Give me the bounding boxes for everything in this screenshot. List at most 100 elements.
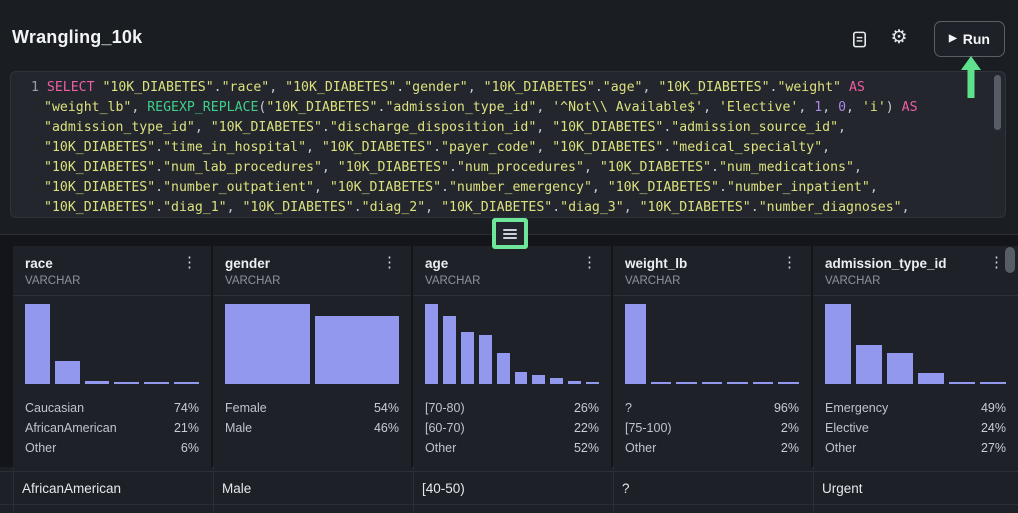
gear-icon: ⚙ [890,28,907,47]
histogram-bar [778,382,799,384]
histogram-bar [55,361,80,384]
stat-row: Emergency49% [825,398,1006,418]
table-cell[interactable]: [40-50) [413,472,613,504]
editor-scrollbar[interactable] [994,75,1001,130]
column-profile-cards: race VARCHAR ⋮ Caucasian 74% AfricanAmeric… [13,246,1018,467]
histogram-bar [144,382,169,384]
histogram-bar [753,382,774,384]
column-name: race [25,256,80,271]
stat-row: AfricanAmerican 21% [25,418,199,438]
card-divider [13,295,211,296]
histogram-bar [586,382,599,384]
page-title: Wrangling_10k [12,27,142,48]
stat-label: ? [625,401,632,415]
stat-value: 74% [174,401,199,415]
stat-value: 27% [981,441,1006,455]
results-scrollbar[interactable] [1005,247,1015,273]
histogram-bar [85,381,110,384]
histogram-bar [25,304,50,384]
histogram-bar [174,382,199,384]
hamburger-icon [503,229,517,231]
table-cell[interactable]: Male [213,472,413,504]
column-stats: Female54%Male46% [225,398,399,438]
data-table: AfricanAmericanMale[40-50)?Urgent [0,467,1018,513]
column-histogram [25,304,199,384]
histogram-bar [568,381,581,384]
stat-label: Female [225,401,267,415]
stat-row: [70-80) 26% [425,398,599,418]
stat-row: Other6% [25,438,199,458]
settings-button[interactable]: ⚙ [886,24,912,50]
sql-code-editor[interactable]: 1 SELECT "10K_DIABETES"."race", "10K_DIA… [10,71,1006,218]
column-name: gender [225,256,280,271]
section-menu-button[interactable] [492,218,528,249]
column-stats: Caucasian 74% AfricanAmerican 21% Other6% [25,398,199,458]
histogram-bar [980,382,1006,384]
book-icon [850,30,869,49]
stat-value: 2% [781,441,799,455]
column-histogram [425,304,599,384]
run-button-label: Run [963,31,990,47]
histogram-bar [497,353,510,384]
histogram-bar [949,382,975,384]
kebab-menu-icon[interactable]: ⋮ [987,256,1006,270]
column-histogram [825,304,1006,384]
stat-value: 21% [174,421,199,435]
stat-label: Other [825,441,856,455]
table-cell[interactable]: AfricanAmerican [13,472,213,504]
stat-label: AfricanAmerican [25,421,117,435]
stat-value: 2% [781,421,799,435]
table-cell[interactable]: ? [613,472,813,504]
stat-row: Caucasian 74% [25,398,199,418]
histogram-bar [443,316,456,384]
histogram-bar [225,304,310,384]
stat-row: [75-100) 2% [625,418,799,438]
column-type: VARCHAR [25,275,80,287]
stat-row: Female54% [225,398,399,418]
column-type: VARCHAR [425,275,480,287]
histogram-bar [727,382,748,384]
stat-value: 6% [181,441,199,455]
histogram-bar [887,353,913,384]
play-icon: ▶ [949,34,957,44]
stat-label: Caucasian [25,401,84,415]
stat-value: 52% [574,441,599,455]
card-divider [813,295,1018,296]
kebab-menu-icon[interactable]: ⋮ [380,256,399,270]
docs-button[interactable] [846,26,872,52]
kebab-menu-icon[interactable]: ⋮ [780,256,799,270]
stat-row: Other 27% [825,438,1006,458]
wrangling-app-window: Wrangling_10k ⚙ ▶ Run 1 SELECT "10K_DIAB… [0,0,1018,513]
stat-row: Male46% [225,418,399,438]
sql-code: 1 SELECT "10K_DIABETES"."race", "10K_DIA… [11,78,1005,218]
column-type: VARCHAR [225,275,280,287]
kebab-menu-icon[interactable]: ⋮ [180,256,199,270]
column-stats: [70-80)26%[60-70)22%Other52% [425,398,599,458]
stat-label: Male [225,421,252,435]
column-stats: Emergency49%Elective24% Other 27% [825,398,1006,458]
run-button[interactable]: ▶ Run [934,21,1005,57]
stat-label: Emergency [825,401,888,415]
histogram-bar [856,345,882,384]
column-card-gender: gender VARCHAR ⋮ Female54%Male46% [213,246,411,467]
card-divider [213,295,411,296]
histogram-bar [676,382,697,384]
column-name: admission_type_id [825,256,947,271]
column-histogram [625,304,799,384]
column-card-weight_lb: weight_lb VARCHAR ⋮ ?96%[75-100)2%Other2… [613,246,811,467]
stat-label: Other [425,441,456,455]
column-histogram [225,304,399,384]
stat-label: [70-80) [425,401,465,415]
stat-label: [75-100) [625,421,672,435]
stat-row: Other2% [625,438,799,458]
stat-value: 26% [574,401,599,415]
stat-row: Elective24% [825,418,1006,438]
histogram-bar [625,304,646,384]
histogram-bar [651,382,672,384]
histogram-bar [479,335,492,384]
kebab-menu-icon[interactable]: ⋮ [580,256,599,270]
table-row: AfricanAmericanMale[40-50)?Urgent [0,472,1018,505]
histogram-bar [114,382,139,384]
stat-label: [60-70) [425,421,465,435]
table-cell[interactable]: Urgent [813,472,1013,504]
